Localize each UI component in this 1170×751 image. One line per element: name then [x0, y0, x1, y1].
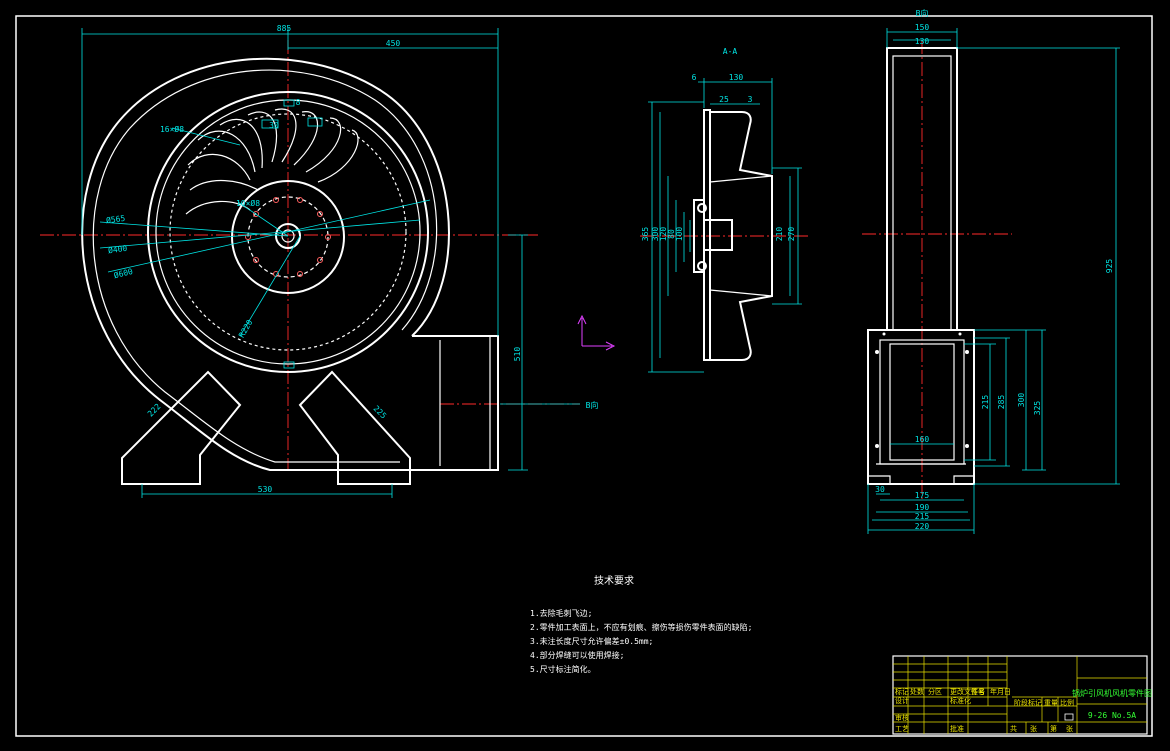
dim-885: 885 — [277, 24, 292, 33]
sec-dim-210: 210 — [775, 227, 784, 242]
ucs-icon — [577, 314, 616, 351]
dim-30: 30 — [269, 121, 279, 130]
side-dim-190: 190 — [915, 503, 930, 512]
side-dim-325: 325 — [1033, 401, 1042, 416]
sec-dim-270: 270 — [787, 227, 796, 242]
tech-req-item-3: 3.未注长度尺寸允许偏差±0.5mm; — [530, 636, 653, 646]
tb-cell-total: 共 — [1010, 724, 1017, 733]
front-view: 885 450 16×Ø8 30 8 10×Ø8 Ø565 Ø400 Ø600 … — [40, 24, 598, 498]
tb-cell-process: 工艺 — [895, 725, 909, 733]
support-leg-right — [298, 370, 411, 485]
tb-cell-standard: 标准化 — [950, 696, 971, 705]
side-lower-housing — [867, 329, 975, 485]
section-aa-view: A-A 6 130 25 3 365 300 120 80 100 210 27… — [640, 47, 810, 373]
volute-casing-inner — [92, 69, 438, 463]
tb-cell-sign: 签名 — [971, 687, 985, 696]
tb-cell-scale: 比例 — [1060, 698, 1074, 707]
side-dim-160: 160 — [915, 435, 930, 444]
tech-req-item-5: 5.尺寸标注简化。 — [530, 664, 596, 674]
sec-dim-6: 6 — [692, 73, 697, 82]
tb-cell-approve: 批准 — [950, 724, 964, 733]
side-dim-285: 285 — [997, 395, 1006, 410]
outlet-duct — [410, 335, 499, 471]
section-shaft-boss — [704, 219, 733, 251]
tb-cell-sheet: 张 — [1066, 724, 1073, 733]
dim-d600: Ø600 — [113, 266, 134, 280]
title-block-scale-box — [1064, 713, 1074, 721]
technical-requirements: 技术要求 1.去除毛刺飞边; 2.零件加工表面上，不应有划痕、擦伤等损伤零件表面… — [530, 574, 752, 674]
side-dim-150: 150 — [915, 23, 930, 32]
section-blade-inner-bottom — [709, 289, 773, 297]
support-leg-left — [121, 370, 242, 485]
sec-dim-3: 3 — [748, 95, 753, 104]
tb-cell-stage: 阶段标记 — [1014, 698, 1042, 707]
tech-req-item-2: 2.零件加工表面上，不应有划痕、擦伤等损伤零件表面的缺陷; — [530, 622, 752, 632]
title-block: 标记 处数 分区 更改文件号 签名 年月日 设计 标准化 阶段标记 重量 比例 … — [892, 655, 1152, 735]
dim-blades: 16×Ø8 — [160, 124, 184, 134]
dim-510: 510 — [513, 347, 522, 362]
side-dim-300: 300 — [1017, 393, 1026, 408]
side-dimension-lines — [867, 28, 1120, 534]
tb-cell-sheets: 张 — [1030, 724, 1037, 733]
sec-dim-25: 25 — [719, 95, 729, 104]
cad-drawing-canvas: 885 450 16×Ø8 30 8 10×Ø8 Ø565 Ø400 Ø600 … — [15, 8, 1153, 737]
dim-d400: Ø400 — [107, 243, 128, 256]
tech-req-title: 技术要求 — [594, 574, 634, 587]
side-dim-130: 130 — [915, 37, 930, 46]
sec-dim-130: 130 — [729, 73, 744, 82]
tech-req-item-1: 1.去除毛刺飞边; — [530, 608, 592, 618]
dim-530: 530 — [258, 485, 273, 494]
side-dim-925: 925 — [1105, 259, 1114, 274]
section-dimension-lines — [648, 78, 802, 373]
section-aa-label: A-A — [723, 47, 738, 56]
view-b-arrow-label: B向 — [586, 400, 599, 410]
tb-cell-no: 第 — [1050, 724, 1057, 733]
side-feet — [867, 475, 975, 484]
dim-leg-left: 222 — [146, 402, 163, 419]
tech-req-item-4: 4.部分焊缝可以使用焊接; — [530, 650, 624, 660]
dim-r220: R220 — [237, 318, 255, 339]
title-block-drawing-code: 9-26 No.5A — [1088, 711, 1136, 720]
title-block-drawing-name: 锅炉引风机风机零件图 — [1072, 688, 1152, 698]
tb-cell-weight: 重量 — [1044, 699, 1058, 707]
side-dim-215w: 215 — [915, 512, 930, 521]
side-dim-215: 215 — [981, 395, 990, 410]
dim-8: 8 — [296, 98, 301, 107]
tb-cell-design: 设计 — [895, 696, 909, 705]
dim-bolt-circle: 10×Ø8 — [236, 198, 260, 208]
side-dim-30: 30 — [875, 485, 885, 494]
sec-dim-365: 365 — [641, 227, 650, 242]
tb-cell-count: 处数 — [910, 687, 924, 696]
tb-cell-review: 审核 — [895, 713, 909, 722]
tb-cell-mark: 标记 — [895, 687, 909, 696]
tb-cell-date: 年月日 — [990, 687, 1011, 696]
section-blade-inner-top — [709, 175, 773, 183]
sec-dim-100: 100 — [675, 227, 684, 242]
side-dim-220: 220 — [915, 522, 930, 531]
side-view-b: B向 150 130 925 215 285 300 325 160 30 17… — [862, 8, 1120, 534]
side-dim-175: 175 — [915, 491, 930, 500]
dim-450: 450 — [386, 39, 401, 48]
tb-cell-zone: 分区 — [928, 687, 942, 696]
view-b-label: B向 — [916, 8, 929, 18]
